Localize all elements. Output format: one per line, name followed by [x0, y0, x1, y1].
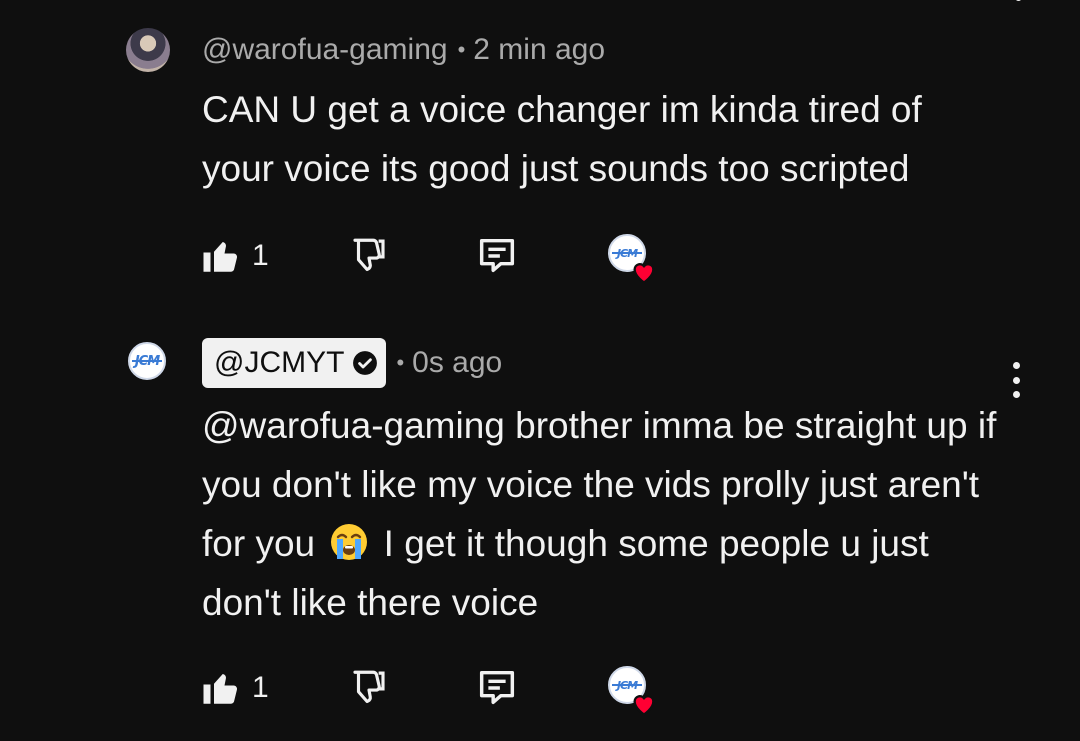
comment-time: 2 min ago	[473, 33, 606, 66]
comment-actions: 1 JCM	[200, 662, 700, 716]
mention-link[interactable]: @warofua-gaming	[202, 405, 505, 446]
heart-icon	[633, 263, 655, 284]
author-name: @JCMYT	[214, 346, 345, 379]
comment-actions: 1 JCM	[200, 230, 700, 284]
heart-icon	[633, 695, 655, 716]
separator-dot: •	[396, 350, 405, 375]
dislike-button[interactable]	[348, 662, 390, 714]
reply-icon	[479, 670, 515, 705]
separator-dot: •	[457, 37, 466, 62]
jcm-avatar-icon[interactable]: JCM	[128, 342, 166, 380]
like-count: 1	[252, 239, 269, 272]
reply-button[interactable]	[474, 662, 520, 714]
reply-icon	[479, 238, 515, 273]
comment-text: @warofua-gaming brother imma be straight…	[202, 396, 1002, 632]
jcm-logo-icon: JCM	[130, 344, 164, 378]
comment-text: CAN U get a voice changer im kinda tired…	[202, 89, 922, 189]
creator-heart-badge: JCM	[608, 230, 655, 284]
verified-check-icon	[353, 351, 378, 375]
author-chip[interactable]: @JCMYT	[202, 338, 387, 388]
like-button[interactable]: 1	[200, 662, 269, 714]
creator-heart-wrap: JCM	[608, 234, 655, 284]
comment-header: @JCMYT • 0s ago	[202, 338, 502, 388]
reply-button[interactable]	[474, 230, 520, 282]
comment-item: @warofua-gaming • 2 min ago CAN U get a …	[0, 0, 1080, 300]
thumbs-down-icon	[353, 238, 385, 272]
loudly-crying-face-icon	[331, 524, 368, 560]
more-dot	[1012, 362, 1020, 369]
comment-item: JCM @JCMYT • 0s ago @warofua-gaming brot…	[0, 320, 1080, 741]
dislike-button[interactable]	[348, 230, 390, 282]
user-avatar-icon[interactable]	[126, 28, 170, 72]
thumbs-down-icon	[353, 670, 385, 704]
like-button[interactable]: 1	[200, 230, 269, 282]
creator-heart-wrap: JCM	[608, 666, 655, 716]
comment-header: @warofua-gaming • 2 min ago	[202, 33, 605, 67]
more-dot	[1012, 391, 1020, 398]
more-options-button[interactable]	[1011, 362, 1021, 398]
thumbs-up-icon	[203, 674, 238, 704]
thumbs-up-icon	[203, 242, 238, 272]
author-name[interactable]: @warofua-gaming	[202, 33, 448, 67]
creator-heart-badge: JCM	[608, 662, 655, 716]
comment-time: 0s ago	[412, 346, 503, 379]
more-dot	[1012, 376, 1020, 384]
like-count: 1	[252, 671, 269, 704]
